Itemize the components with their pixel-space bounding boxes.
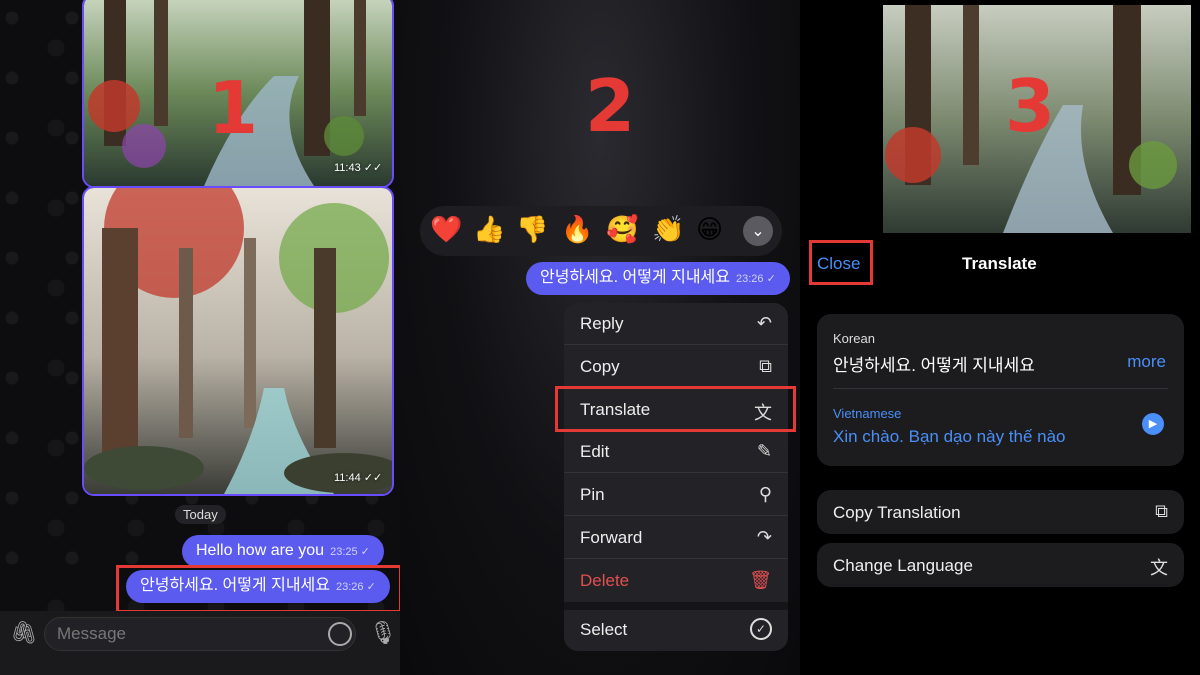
- more-link[interactable]: more: [1127, 352, 1166, 372]
- photo-message-2[interactable]: [82, 186, 394, 496]
- reply-icon: ↶: [756, 313, 772, 333]
- microphone-icon[interactable]: 🎙: [369, 620, 397, 646]
- message-bubble-1[interactable]: Hello how are you 23:25 ✓: [182, 535, 384, 568]
- source-language-label: Korean: [833, 331, 875, 346]
- paperclip-icon[interactable]: 🖇: [10, 620, 38, 646]
- highlight-box-close: [809, 240, 873, 285]
- menu-item-edit[interactable]: Edit ✎: [564, 431, 788, 473]
- edit-icon: ✎: [756, 441, 772, 461]
- highlight-box-message: [116, 565, 400, 613]
- photo-1-timestamp: 11:43 ✓✓: [334, 162, 383, 174]
- message-context-menu: Reply ↶ Copy ⧉ Translate 文 Edit ✎ Pin ⚲ …: [564, 303, 788, 651]
- selected-message-bubble[interactable]: 안녕하세요. 어떻게 지내세요 23:26 ✓: [526, 262, 790, 295]
- message-text: 안녕하세요. 어떻게 지내세요: [540, 269, 730, 286]
- check-circle-icon: ✓: [750, 618, 772, 640]
- message-input[interactable]: Message: [44, 617, 356, 651]
- menu-item-reply[interactable]: Reply ↶: [564, 303, 788, 345]
- highlight-box-translate: [555, 386, 796, 432]
- menu-item-select[interactable]: Select ✓: [564, 609, 788, 651]
- trash-icon: 🗑: [749, 570, 772, 590]
- source-text: 안녕하세요. 어떻게 지내세요: [833, 356, 1035, 375]
- message-time: 23:26 ✓: [735, 273, 776, 285]
- pin-icon: ⚲: [758, 484, 772, 504]
- menu-item-forward[interactable]: Forward ↷: [564, 517, 788, 559]
- message-time: 23:25 ✓: [330, 546, 370, 558]
- menu-item-delete[interactable]: Delete 🗑: [564, 560, 788, 610]
- chevron-down-icon[interactable]: ⌄: [743, 216, 773, 246]
- translate-icon: 文: [1150, 558, 1168, 578]
- forward-icon: ↷: [756, 527, 772, 547]
- copy-icon: ⧉: [759, 356, 772, 376]
- photo-2-timestamp: 11:44 ✓✓: [334, 472, 383, 484]
- page-title: Translate: [962, 254, 1037, 273]
- menu-item-pin[interactable]: Pin ⚲: [564, 474, 788, 516]
- message-text: Hello how are you: [196, 542, 325, 559]
- reaction-bar: ❤️ 👍 👎 🔥 🥰 👏 😁 ⌄: [420, 206, 782, 256]
- translation-card: Korean 안녕하세요. 어떻게 지내세요 more Vietnamese X…: [817, 314, 1184, 466]
- copy-icon: ⧉: [1155, 501, 1168, 521]
- reaction-fire[interactable]: 🔥: [561, 215, 593, 245]
- reaction-clap[interactable]: 👏: [652, 215, 684, 245]
- step-number-2: 2: [585, 64, 636, 148]
- card-divider: [833, 388, 1168, 389]
- translated-text: Xin chào. Bạn dạo này thế nào: [833, 427, 1066, 446]
- chat-screen: 11:43 ✓✓ 11:44 ✓✓ 1 Today Hello how are …: [0, 0, 400, 675]
- menu-item-copy[interactable]: Copy ⧉: [564, 346, 788, 388]
- reaction-heart[interactable]: ❤️: [430, 215, 462, 245]
- copy-translation-button[interactable]: Copy Translation ⧉: [817, 490, 1184, 534]
- play-icon[interactable]: ▶: [1142, 413, 1164, 435]
- reaction-grin[interactable]: 😁: [696, 215, 723, 245]
- date-chip: Today: [175, 505, 226, 524]
- reaction-thumbs-up[interactable]: 👍: [473, 215, 505, 245]
- reaction-thumbs-down[interactable]: 👎: [516, 215, 548, 245]
- reaction-smiling-hearts[interactable]: 🥰: [606, 215, 638, 245]
- step-number-3: 3: [1005, 64, 1056, 148]
- sticker-icon[interactable]: [328, 622, 352, 646]
- target-language-label[interactable]: Vietnamese: [833, 406, 901, 421]
- step-number-1: 1: [208, 66, 259, 150]
- change-language-button[interactable]: Change Language 文: [817, 543, 1184, 587]
